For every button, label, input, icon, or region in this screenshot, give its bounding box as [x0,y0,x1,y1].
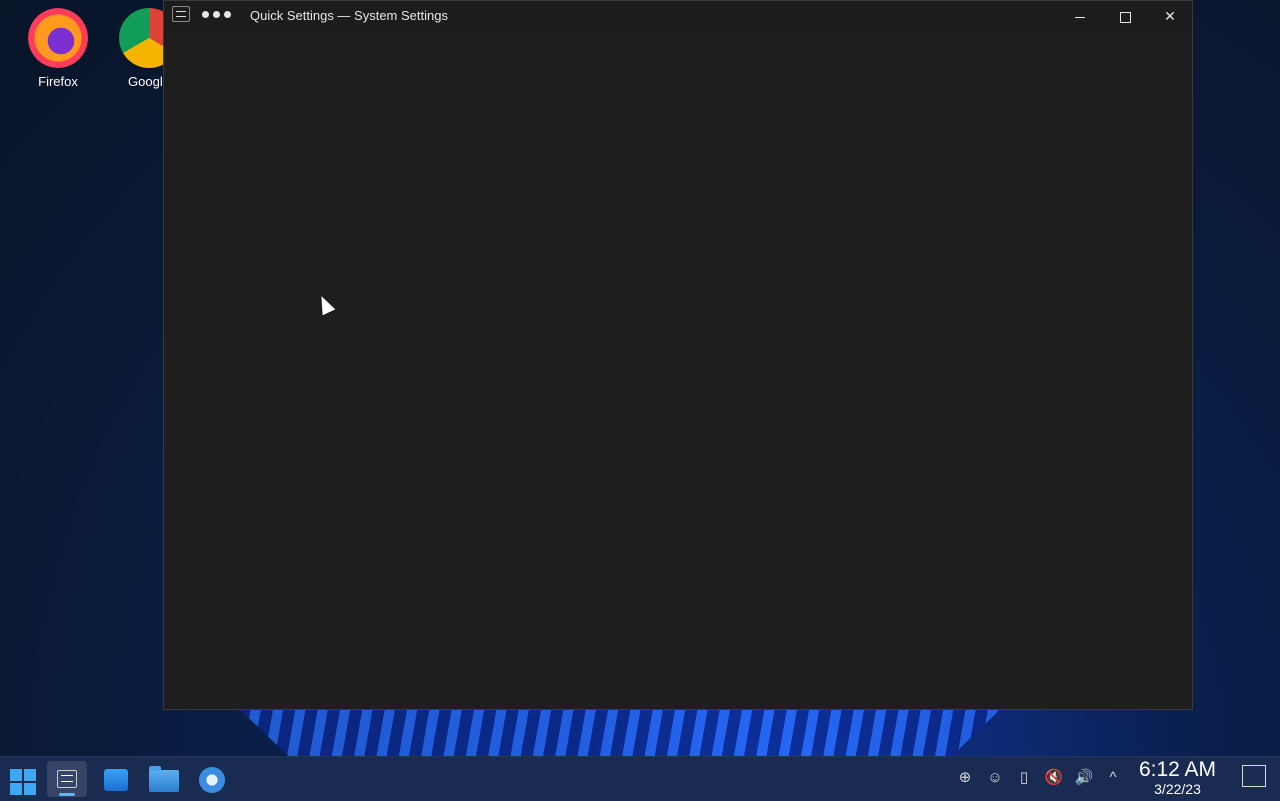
start-icon [10,769,36,795]
chevron-up-icon[interactable]: ^ [1102,767,1124,789]
volume-icon[interactable]: 🔊 [1073,767,1095,789]
system-settings-window: Quick Settings — System Settings ✕ [163,0,1193,710]
desktop-icon-label: Firefox [38,74,78,89]
dot [213,11,220,18]
maximize-button[interactable] [1103,1,1147,31]
dot [202,11,209,18]
dot [224,11,231,18]
maximize-icon [1119,11,1131,23]
active-indicator [59,793,75,796]
minimize-button[interactable] [1058,1,1102,31]
taskbar-store[interactable] [96,761,136,797]
update-icon[interactable]: ⊕ [954,767,976,789]
minimize-icon [1075,16,1085,18]
clipboard-icon[interactable]: ▯ [1013,767,1035,789]
close-icon: ✕ [1164,8,1176,24]
loading-dots-icon [202,11,231,18]
window-titlebar[interactable]: Quick Settings — System Settings ✕ [164,1,1192,31]
clock-date[interactable]: 3/22/23 [1130,781,1225,797]
desktop-icon-firefox[interactable]: Firefox [13,0,103,89]
taskbar-discover[interactable] [192,761,232,797]
file-manager-icon [149,766,179,792]
system-settings-icon [57,770,77,788]
firefox-icon [28,8,88,68]
discover-icon [199,767,225,793]
clock-time[interactable]: 6:12 AM [1130,758,1225,782]
store-icon [104,769,128,791]
show-desktop-button[interactable] [1242,765,1266,787]
start-button[interactable] [4,761,44,797]
window-title: Quick Settings — System Settings [250,8,448,23]
mic-muted-icon[interactable]: 🔇 [1043,767,1065,789]
taskbar-file-manager[interactable] [144,761,184,797]
account-icon[interactable]: ☺ [984,767,1006,789]
taskbar-system-settings[interactable] [47,761,87,797]
system-settings-icon[interactable] [172,6,190,22]
window-content [164,31,1192,709]
close-button[interactable]: ✕ [1148,1,1192,31]
